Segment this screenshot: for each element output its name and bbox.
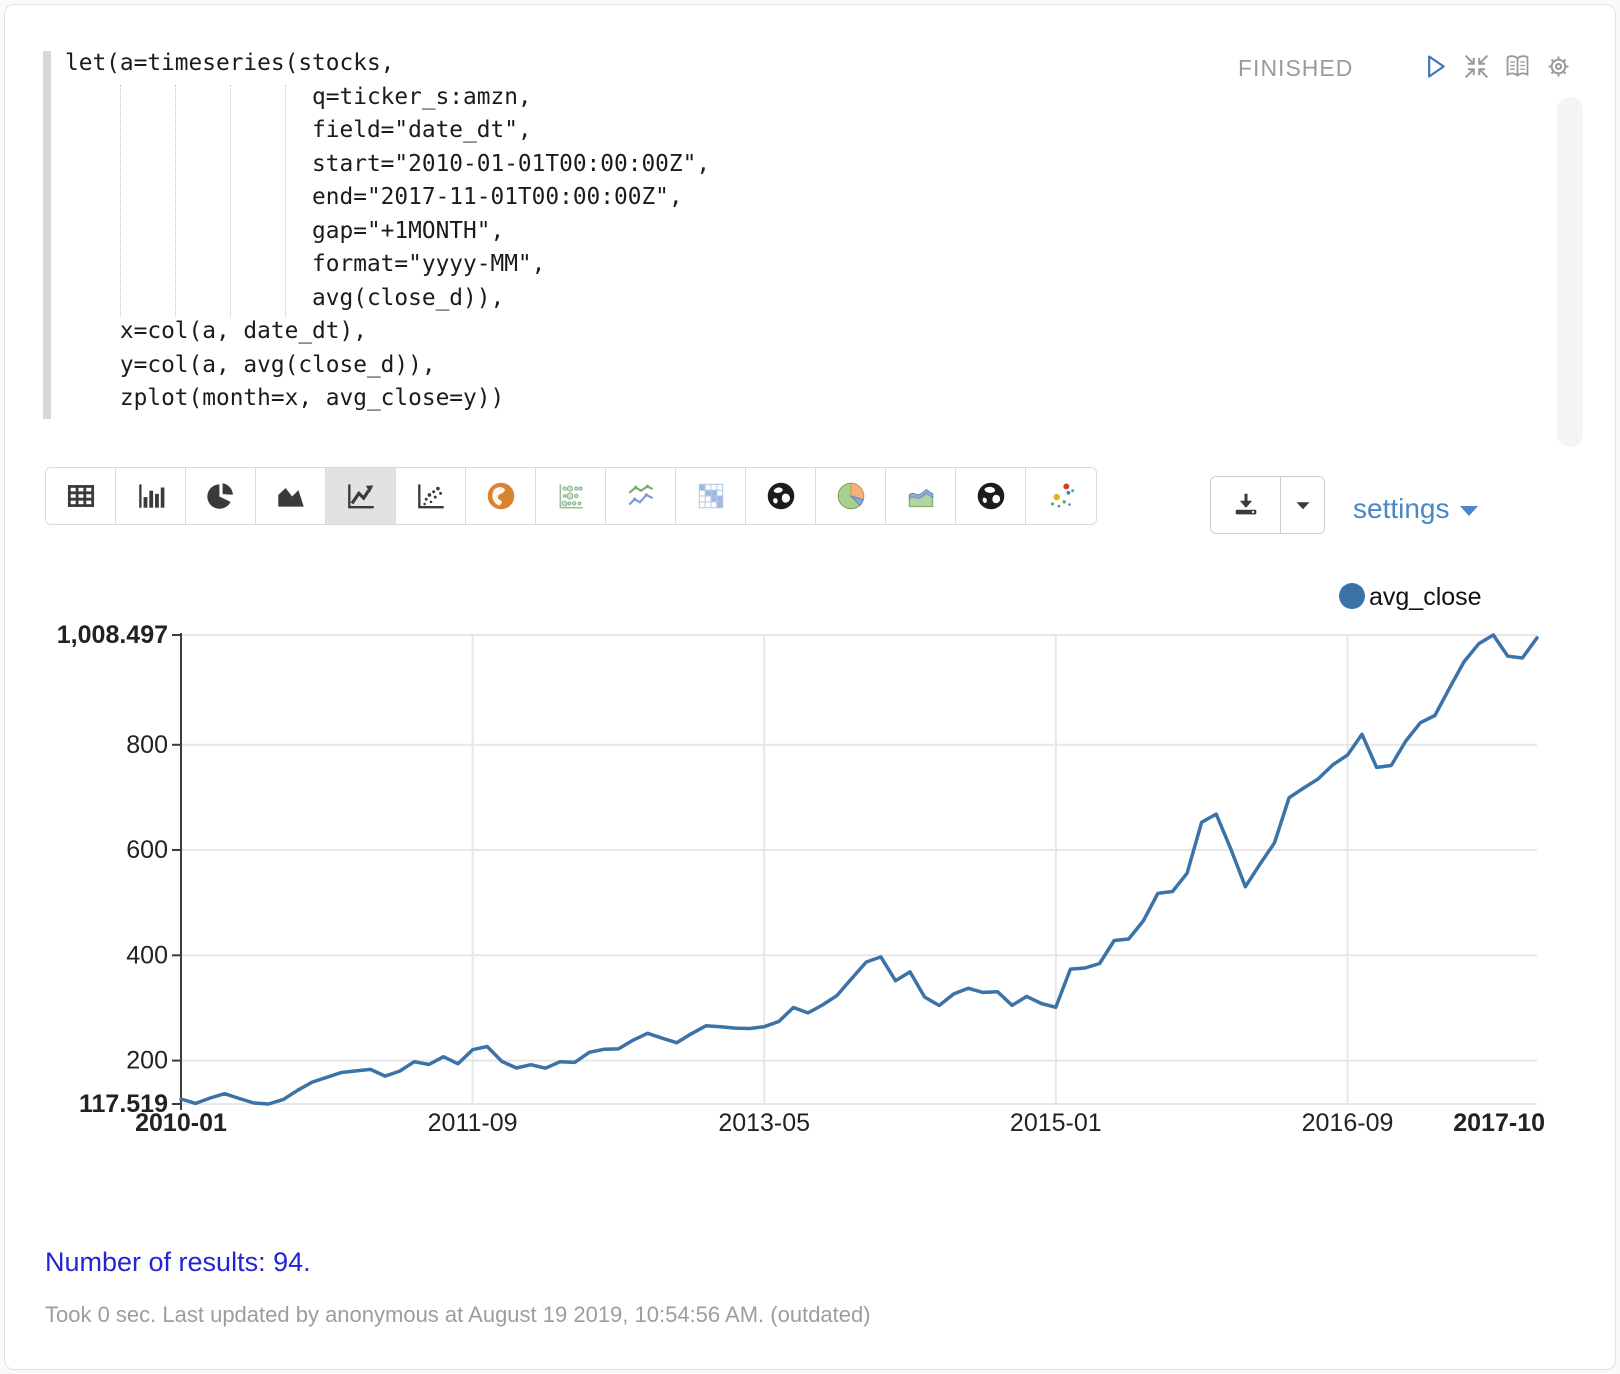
svg-text:1,008.497: 1,008.497 xyxy=(57,621,168,649)
svg-text:2010-01: 2010-01 xyxy=(135,1109,227,1137)
scatter-chart-icon xyxy=(414,479,448,513)
series-line-avg_close xyxy=(181,635,1537,1104)
scatter-color-icon xyxy=(1044,479,1078,513)
download-caret-button[interactable] xyxy=(1281,477,1324,533)
svg-text:2011-09: 2011-09 xyxy=(428,1109,518,1137)
download-button[interactable] xyxy=(1211,477,1281,533)
globe-1-icon xyxy=(764,479,798,513)
chart-type-world-map-orange-button[interactable] xyxy=(466,468,536,524)
heatmap-chart-icon xyxy=(694,479,728,513)
legend-item: avg_close xyxy=(1339,583,1482,611)
paragraph-footer: Took 0 sec. Last updated by anonymous at… xyxy=(45,1302,871,1328)
paragraph-status: FINISHED xyxy=(1238,55,1353,82)
svg-text:400: 400 xyxy=(126,941,168,969)
chart-type-globe-1-button[interactable] xyxy=(746,468,816,524)
table-icon xyxy=(64,479,98,513)
legend-label: avg_close xyxy=(1369,583,1482,611)
book-icon[interactable] xyxy=(1503,52,1532,81)
play-icon[interactable] xyxy=(1421,52,1450,81)
chart-type-bar-chart-button[interactable] xyxy=(116,468,186,524)
svg-text:2016-09: 2016-09 xyxy=(1302,1109,1394,1137)
shrink-icon[interactable] xyxy=(1462,52,1491,81)
chart-type-multi-line-chart-button[interactable] xyxy=(606,468,676,524)
chart-type-heatmap-chart-button[interactable] xyxy=(676,468,746,524)
pie-chart-icon xyxy=(204,479,238,513)
gear-icon[interactable] xyxy=(1544,52,1573,81)
settings-label: settings xyxy=(1353,493,1450,525)
area-pastel-icon xyxy=(904,479,938,513)
chart-type-toolbar xyxy=(45,467,1097,525)
code-editor[interactable]: let(a=timeseries(stocks, q=ticker_s:amzn… xyxy=(65,47,710,416)
multi-line-chart-icon xyxy=(624,479,658,513)
line-chart-icon xyxy=(344,479,378,513)
svg-text:600: 600 xyxy=(126,836,168,864)
svg-text:2017-10: 2017-10 xyxy=(1453,1109,1545,1137)
chart-type-scatter-color-button[interactable] xyxy=(1026,468,1096,524)
editor-scrollbar[interactable] xyxy=(1557,97,1583,447)
chart-type-area-chart-button[interactable] xyxy=(256,468,326,524)
paragraph-card: let(a=timeseries(stocks, q=ticker_s:amzn… xyxy=(4,4,1616,1370)
download-icon xyxy=(1231,490,1261,520)
editor-gutter xyxy=(43,51,51,419)
chart-type-bubble-matrix-button[interactable] xyxy=(536,468,606,524)
svg-text:2013-05: 2013-05 xyxy=(718,1109,810,1137)
chevron-down-icon xyxy=(1288,490,1318,520)
bubble-matrix-icon xyxy=(554,479,588,513)
results-count: Number of results: 94. xyxy=(45,1247,311,1278)
chart-type-pie-pastel-button[interactable] xyxy=(816,468,886,524)
globe-2-icon xyxy=(974,479,1008,513)
pie-pastel-icon xyxy=(834,479,868,513)
svg-text:2015-01: 2015-01 xyxy=(1010,1109,1102,1137)
svg-text:200: 200 xyxy=(126,1047,168,1075)
chart-canvas[interactable]: 117.5192004006008001,008.4972010-012011-… xyxy=(5,545,1620,1155)
chart-type-table-button[interactable] xyxy=(46,468,116,524)
world-map-orange-icon xyxy=(484,479,518,513)
chevron-down-icon xyxy=(1460,506,1478,516)
settings-dropdown[interactable]: settings xyxy=(1353,493,1478,525)
download-button-group xyxy=(1210,476,1325,534)
legend-swatch xyxy=(1339,583,1365,609)
bar-chart-icon xyxy=(134,479,168,513)
area-chart-icon xyxy=(274,479,308,513)
chart-type-pie-chart-button[interactable] xyxy=(186,468,256,524)
svg-text:800: 800 xyxy=(126,731,168,759)
chart-type-line-chart-button[interactable] xyxy=(326,468,396,524)
chart-type-scatter-chart-button[interactable] xyxy=(396,468,466,524)
chart-type-area-pastel-button[interactable] xyxy=(886,468,956,524)
chart-type-globe-2-button[interactable] xyxy=(956,468,1026,524)
